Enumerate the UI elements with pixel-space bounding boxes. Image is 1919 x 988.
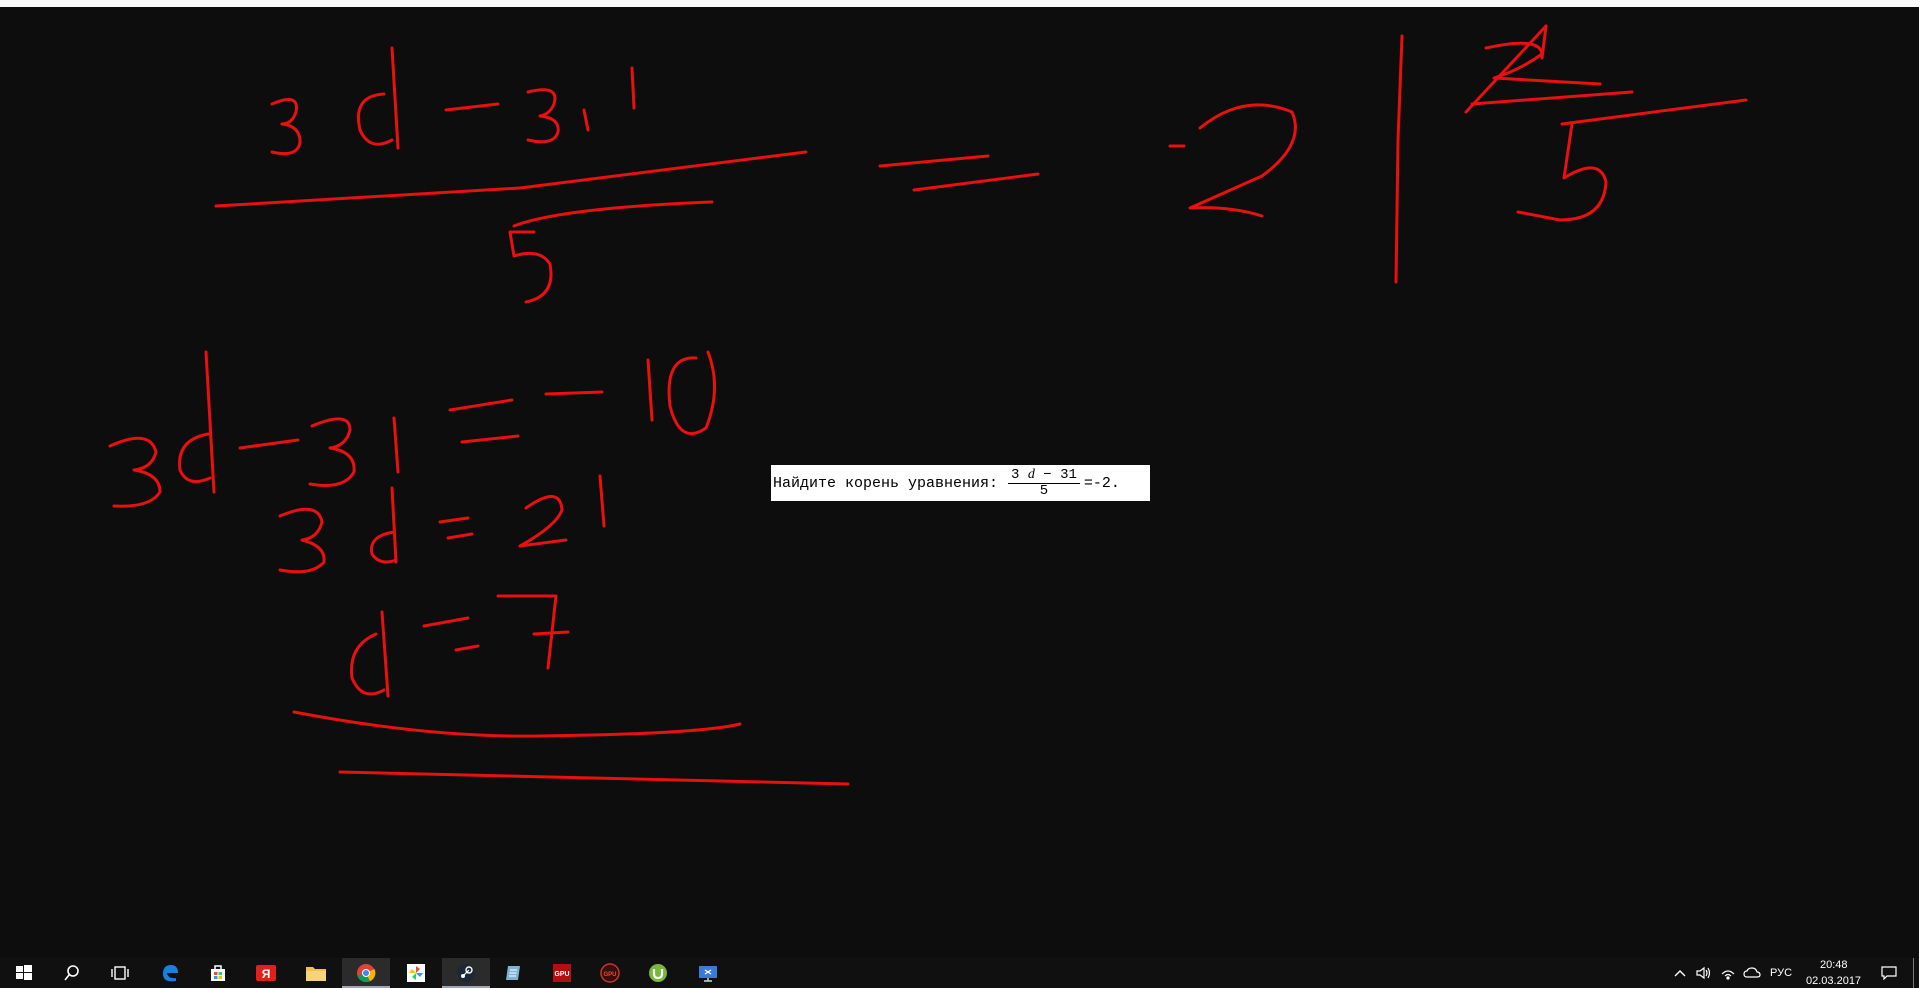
language-indicator[interactable]: РУС	[1770, 967, 1792, 979]
problem-statement: Найдите корень уравнения: 3 d − 31 5 =-2…	[771, 465, 1150, 501]
taskbar: Я GPU GPU РУС 20:48 02.03.2017	[0, 958, 1919, 988]
remote-desktop-icon[interactable]	[684, 958, 732, 988]
numerator-variable: d	[1027, 467, 1035, 482]
problem-fraction: 3 d − 31 5	[1008, 467, 1080, 499]
task-view-icon[interactable]	[96, 958, 144, 988]
ink-fraction-bar	[214, 150, 808, 228]
fraction-denominator: 5	[1039, 483, 1049, 499]
pinwheel-app-icon[interactable]	[392, 958, 440, 988]
wifi-icon[interactable]	[1716, 958, 1740, 988]
action-center-icon[interactable]	[1874, 958, 1904, 988]
utorrent-icon[interactable]	[634, 958, 682, 988]
fraction-numerator: 3 d − 31	[1008, 467, 1080, 484]
show-desktop-divider[interactable]	[1913, 958, 1914, 988]
ink-denominator	[508, 230, 553, 304]
ink-underlines	[292, 710, 850, 786]
svg-text:GPU: GPU	[554, 971, 569, 978]
svg-text:GPU: GPU	[603, 972, 616, 978]
problem-rhs: =-2.	[1083, 474, 1120, 492]
chrome-icon[interactable]	[342, 958, 390, 988]
file-explorer-icon[interactable]	[292, 958, 340, 988]
clock-time: 20:48	[1820, 959, 1848, 971]
steam-icon[interactable]	[442, 958, 490, 988]
gpu-z-icon[interactable]: GPU	[538, 958, 586, 988]
edge-icon[interactable]	[146, 958, 194, 988]
volume-icon[interactable]	[1692, 958, 1716, 988]
notepad-icon[interactable]	[490, 958, 538, 988]
search-icon[interactable]	[48, 958, 96, 988]
store-icon[interactable]	[194, 958, 242, 988]
ink-minus-two	[1168, 103, 1297, 218]
gpu-tweak-icon[interactable]: GPU	[586, 958, 634, 988]
clock-date: 02.03.2017	[1806, 975, 1862, 987]
problem-label: Найдите корень уравнения:	[773, 474, 999, 492]
windows-start-icon[interactable]	[0, 958, 48, 988]
numerator-coefficient: 3	[1011, 467, 1020, 483]
ink-right-note	[1464, 24, 1748, 222]
numerator-rest: − 31	[1043, 467, 1077, 483]
ink-equals	[878, 154, 1040, 192]
clock[interactable]: 20:48 02.03.2017	[1804, 958, 1866, 988]
ink-line-3	[278, 474, 606, 574]
onedrive-sync-icon[interactable]	[1740, 958, 1764, 988]
show-hidden-icons-chevron-icon[interactable]	[1668, 958, 1692, 988]
yandex-icon[interactable]: Я	[242, 958, 290, 988]
ink-line-2	[108, 350, 717, 508]
svg-text:Я: Я	[262, 967, 271, 981]
ink-divider	[1394, 34, 1404, 284]
ink-numerator	[270, 46, 636, 156]
ink-line-4	[350, 594, 570, 698]
